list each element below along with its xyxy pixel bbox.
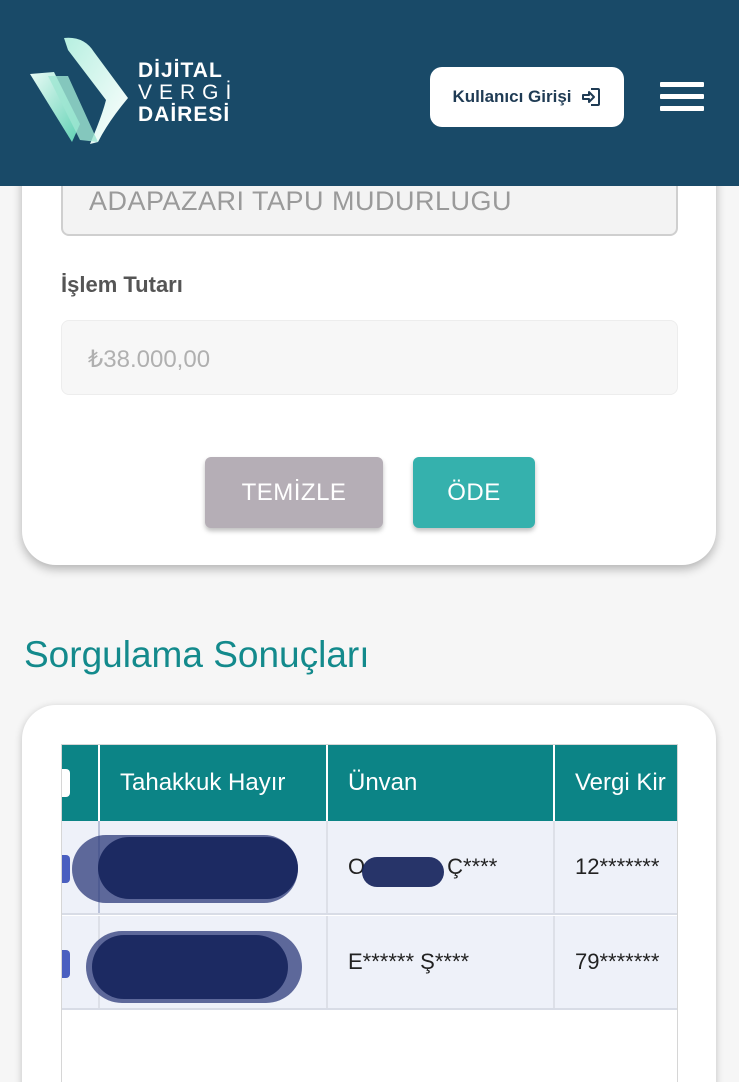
- hamburger-menu-icon[interactable]: [660, 82, 704, 112]
- brand-name: DİJİTAL VERGİ DAİRESİ: [138, 60, 238, 126]
- table-header-row: Tahakkuk Hayır Ünvan Vergi Kir: [62, 745, 677, 821]
- results-title: Sorgulama Sonuçları: [24, 634, 370, 675]
- vergi-cell: 12*******: [555, 821, 677, 913]
- login-button-label: Kullanıcı Girişi: [452, 87, 572, 106]
- pay-button[interactable]: ÖDE: [413, 457, 535, 528]
- vergi-cell: 79*******: [555, 916, 677, 1008]
- app-header: DİJİTAL VERGİ DAİRESİ Kullanıcı Girişi: [0, 0, 739, 186]
- brand-line-2: VERGİ: [138, 81, 239, 104]
- brand-line-3: DAİRESİ: [138, 103, 231, 126]
- login-button[interactable]: Kullanıcı Girişi: [430, 67, 624, 127]
- column-header[interactable]: Ünvan: [328, 745, 555, 821]
- select-all-cell[interactable]: [62, 745, 100, 821]
- redaction-mark: [92, 935, 288, 999]
- column-header[interactable]: Tahakkuk Hayır: [100, 745, 328, 821]
- logo-icon: [30, 37, 128, 144]
- redaction-mark: [362, 857, 444, 887]
- redaction-mark: [98, 837, 298, 899]
- unvan-text: Ç****: [447, 854, 498, 879]
- login-arrow-icon: [581, 88, 600, 106]
- results-table[interactable]: Tahakkuk Hayır Ünvan Vergi Kir O Ç**** 1…: [61, 744, 678, 1082]
- brand-line-1: DİJİTAL: [138, 59, 223, 82]
- column-header[interactable]: Vergi Kir: [555, 745, 677, 821]
- checkbox-icon[interactable]: [62, 855, 70, 883]
- amount-label: İşlem Tutarı: [61, 272, 183, 297]
- unvan-cell: E****** Ş****: [328, 916, 555, 1008]
- checkbox-icon[interactable]: [62, 950, 70, 978]
- clear-button[interactable]: TEMİZLE: [205, 457, 383, 528]
- checkbox-icon[interactable]: [62, 769, 70, 797]
- amount-field[interactable]: ₺38.000,00: [61, 320, 678, 395]
